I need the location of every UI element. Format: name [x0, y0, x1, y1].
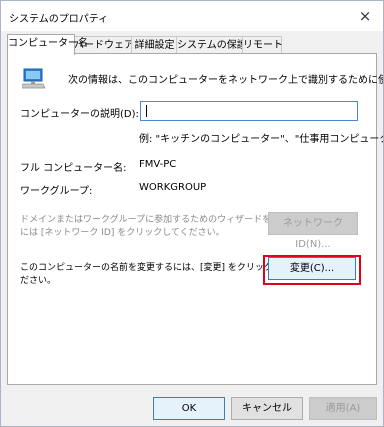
- intro-text: 次の情報は、このコンピューターをネットワーク上で識別するために使われます。: [68, 75, 384, 86]
- network-id-button[interactable]: ネットワーク ID(N)...: [268, 212, 358, 250]
- workgroup-value: WORKGROUP: [139, 182, 207, 193]
- window-title: システムのプロパティ: [9, 14, 109, 25]
- description-label: コンピューターの説明(D):: [20, 109, 139, 120]
- computer-icon: [22, 68, 46, 89]
- ok-button[interactable]: OK: [153, 397, 225, 420]
- apply-button[interactable]: 適用(A): [309, 397, 377, 420]
- rename-instructions-line1: このコンピューターの名前を変更するには、[変更] をクリックしてく: [20, 263, 300, 273]
- tab-remote[interactable]: リモート: [242, 36, 283, 54]
- rename-instructions-line2: ださい。: [20, 276, 57, 286]
- cancel-button[interactable]: キャンセル: [231, 397, 303, 420]
- computer-name-panel: 次の情報は、このコンピューターをネットワーク上で識別するために使われます。 コン…: [7, 53, 383, 385]
- change-button[interactable]: 変更(C)...: [268, 257, 356, 280]
- close-icon[interactable]: ×: [347, 1, 383, 31]
- network-id-instructions-line2: には [ネットワーク ID] をクリックしてください。: [20, 228, 225, 238]
- title-bar: システムのプロパティ ×: [1, 1, 383, 31]
- description-input[interactable]: [140, 101, 358, 121]
- full-name-value: FMV-PC: [139, 159, 177, 170]
- full-name-label: フル コンピューター名:: [20, 163, 127, 174]
- system-properties-dialog: システムのプロパティ × コンピューター名 ハードウェア 詳細設定 システムの保…: [0, 0, 384, 427]
- tab-advanced[interactable]: 詳細設定: [131, 36, 178, 54]
- network-id-instructions-line1: ドメインまたはワークグループに参加するためのウィザードを使用する: [20, 215, 308, 225]
- description-example: 例: "キッチンのコンピューター"、"仕事用コンピューター": [139, 134, 384, 145]
- tab-computer-name[interactable]: コンピューター名: [7, 34, 88, 55]
- text-caret: [146, 105, 147, 117]
- workgroup-label: ワークグループ:: [20, 186, 93, 197]
- tab-system-protection[interactable]: システムの保護: [176, 36, 247, 54]
